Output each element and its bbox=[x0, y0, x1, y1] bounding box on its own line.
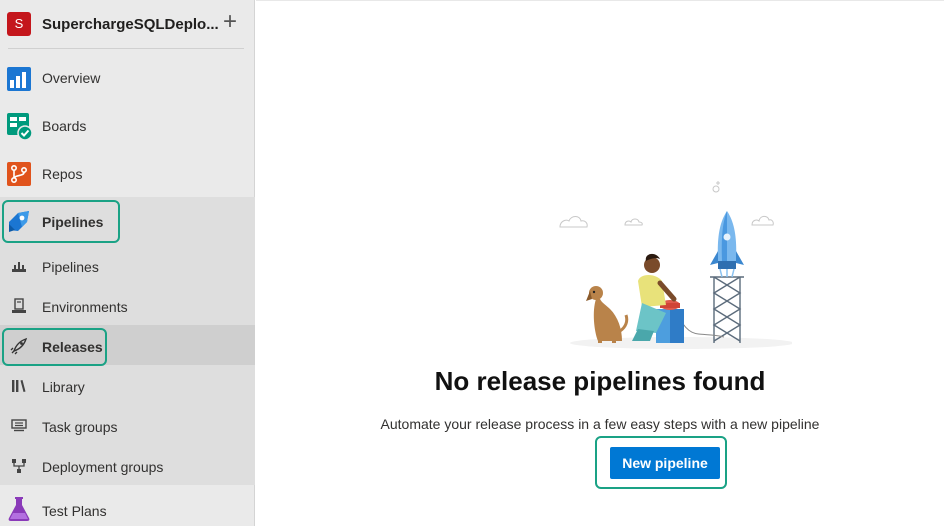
sidebar-item-label: Repos bbox=[42, 166, 83, 182]
sidebar-item-pipelines[interactable]: Pipelines bbox=[0, 249, 255, 283]
task-groups-icon bbox=[11, 419, 27, 432]
sidebar-item-label: Task groups bbox=[42, 419, 118, 435]
divider bbox=[8, 48, 244, 49]
empty-state-subtitle: Automate your release process in a few e… bbox=[380, 416, 820, 432]
server-icon bbox=[12, 298, 26, 313]
sidebar-item-label: Boards bbox=[42, 118, 87, 134]
highlight-releases bbox=[2, 328, 107, 366]
sparkle-icon bbox=[712, 181, 720, 193]
sidebar-item-label: Library bbox=[42, 379, 85, 395]
sidebar-item-overview[interactable]: Overview bbox=[0, 58, 255, 98]
library-icon bbox=[12, 380, 26, 392]
azure-devops-app: S SuperchargeSQLDeplo... + Overview Boar… bbox=[0, 0, 944, 526]
repos-icon bbox=[7, 162, 31, 186]
sidebar-item-environments[interactable]: Environments bbox=[0, 289, 255, 323]
sidebar: S SuperchargeSQLDeplo... + Overview Boar… bbox=[0, 0, 255, 526]
project-header[interactable]: S SuperchargeSQLDeplo... + bbox=[0, 0, 255, 49]
boards-icon bbox=[7, 113, 33, 141]
project-name[interactable]: SuperchargeSQLDeplo... bbox=[42, 16, 219, 33]
sidebar-item-deployment-groups[interactable]: Deployment groups bbox=[0, 449, 255, 483]
sidebar-item-library[interactable]: Library bbox=[0, 369, 255, 403]
sidebar-item-label: Deployment groups bbox=[42, 459, 164, 475]
sidebar-item-label: Test Plans bbox=[42, 503, 107, 519]
sidebar-item-label: Pipelines bbox=[42, 259, 99, 275]
sidebar-item-label: Overview bbox=[42, 70, 101, 86]
sidebar-item-label: Environments bbox=[42, 299, 128, 315]
test-plans-icon bbox=[8, 497, 30, 521]
add-icon[interactable]: + bbox=[219, 10, 241, 36]
sidebar-item-task-groups[interactable]: Task groups bbox=[0, 409, 255, 443]
pipeline-icon bbox=[12, 262, 26, 272]
sidebar-item-boards[interactable]: Boards bbox=[0, 106, 255, 146]
highlight-pipelines bbox=[2, 200, 120, 243]
overview-icon bbox=[7, 67, 31, 91]
sidebar-item-repos[interactable]: Repos bbox=[0, 154, 255, 194]
empty-state-title: No release pipelines found bbox=[434, 366, 766, 396]
deployment-groups-icon bbox=[12, 459, 26, 473]
cloud-icon bbox=[559, 215, 774, 228]
project-avatar: S bbox=[7, 12, 31, 36]
rocket-illustration bbox=[710, 211, 744, 278]
highlight-new-pipeline bbox=[595, 436, 727, 489]
main-content: No release pipelines found Automate your… bbox=[256, 0, 944, 526]
dog-illustration bbox=[586, 286, 629, 343]
launch-tower bbox=[710, 276, 744, 343]
empty-state-illustration bbox=[559, 181, 792, 349]
sidebar-item-test-plans[interactable]: Test Plans bbox=[0, 490, 255, 526]
